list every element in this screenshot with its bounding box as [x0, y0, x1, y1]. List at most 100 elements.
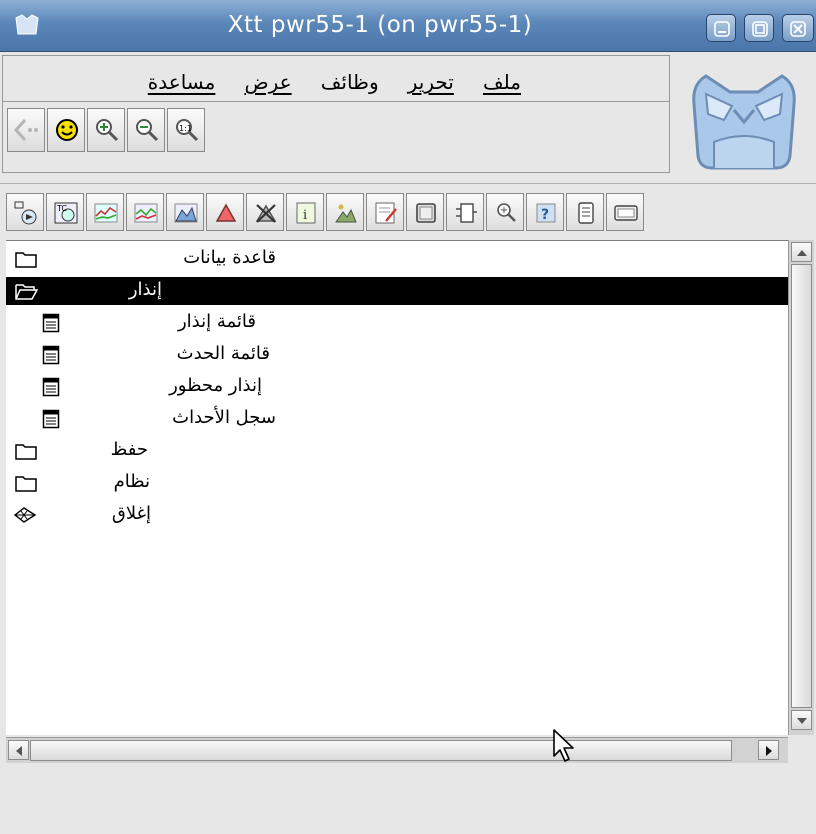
tree-item-label: حفظ: [110, 439, 148, 460]
open-graph-icon: TC: [54, 202, 78, 224]
maximize-button[interactable]: [744, 14, 774, 42]
document-icon: [578, 202, 594, 224]
zoom-button[interactable]: [486, 193, 524, 231]
tree-item-label: إنذار: [128, 279, 162, 300]
help-icon: ?: [536, 203, 556, 223]
tree-item-label: إنذار محظور: [169, 375, 262, 396]
info-icon: i: [296, 202, 316, 224]
history-icon: [174, 203, 198, 223]
block-button[interactable]: [246, 193, 284, 231]
window-title: Xtt pwr55-1 (on pwr55-1): [227, 12, 533, 38]
zoom-icon: [497, 203, 516, 222]
title-bar[interactable]: Xtt pwr55-1 (on pwr55-1): [0, 0, 816, 52]
tree-item-label: قائمة الحدث: [176, 343, 270, 364]
maximize-icon: [752, 21, 768, 37]
object-icon: [416, 203, 436, 223]
folder-open-icon: [15, 284, 38, 300]
history-button[interactable]: [166, 193, 204, 231]
horizontal-scroll-thumb[interactable]: [30, 740, 732, 761]
scroll-right-button[interactable]: [758, 740, 779, 760]
tree-item-label: نظام: [113, 471, 150, 492]
menu-edit[interactable]: تحرير: [408, 70, 454, 94]
list-icon: [42, 345, 60, 365]
list-icon: [42, 313, 60, 333]
horizontal-scrollbar[interactable]: [6, 737, 788, 763]
alarm-button[interactable]: [206, 193, 244, 231]
vertical-scroll-thumb[interactable]: [791, 264, 812, 708]
mouse-pointer-icon: [553, 729, 574, 762]
back-icon: [13, 118, 38, 142]
tree-item-event-list[interactable]: قائمة الحدث: [6, 341, 788, 369]
smiley-icon: [56, 119, 78, 141]
open-object-button[interactable]: [6, 193, 44, 231]
smiley-button[interactable]: [47, 108, 85, 152]
edit-button[interactable]: [366, 193, 404, 231]
tree-item-alarm[interactable]: إنذار: [6, 277, 788, 305]
tree-item-label: إغلاق: [111, 503, 151, 524]
object-button[interactable]: [406, 193, 444, 231]
svg-text:?: ?: [541, 207, 549, 223]
scroll-left-button[interactable]: [8, 740, 29, 760]
tree-item-label: قائمة إنذار: [177, 311, 256, 332]
tree-item-database[interactable]: قاعدة بيانات: [6, 245, 788, 273]
zoom-in-icon: [96, 119, 119, 142]
menu-bar: ملف تحرير وظائف عرض مساعدة: [3, 56, 669, 102]
zoom-reset-icon: 1:1: [176, 119, 199, 142]
tree-item-event-log[interactable]: سجل الأحداث: [6, 405, 788, 433]
arrow-left-icon: [16, 746, 22, 756]
minimize-button[interactable]: [706, 14, 736, 42]
list-icon: [42, 377, 60, 397]
help-button[interactable]: ?: [526, 193, 564, 231]
zoom-out-icon: [136, 119, 159, 142]
display-button[interactable]: [606, 193, 644, 231]
menu-functions[interactable]: وظائف: [321, 70, 379, 94]
tool-toolbar: TC i ?: [6, 193, 816, 233]
vertical-scrollbar[interactable]: [788, 240, 814, 735]
folder-icon: [15, 476, 37, 492]
tree-item-system[interactable]: نظام: [6, 469, 788, 497]
object-tree[interactable]: قاعدة بيانات إنذار قائمة إنذار قائمة الح…: [6, 240, 788, 735]
plc-icon: [456, 203, 477, 223]
menu-help[interactable]: مساعدة: [148, 70, 216, 94]
scroll-down-button[interactable]: [791, 710, 812, 730]
leaf-icon: [13, 507, 37, 523]
proview-owl-logo: [692, 74, 796, 170]
close-button[interactable]: [782, 14, 814, 42]
zoom-reset-button[interactable]: 1:1: [167, 108, 205, 152]
block-icon: [255, 204, 277, 223]
list-icon: [42, 409, 60, 429]
edit-icon: [375, 202, 397, 224]
trend2-button[interactable]: [126, 193, 164, 231]
plc-button[interactable]: [446, 193, 484, 231]
close-icon: [790, 21, 806, 37]
menu-view[interactable]: عرض: [244, 70, 291, 94]
svg-text:i: i: [303, 208, 307, 223]
image-button[interactable]: [326, 193, 364, 231]
svg-text:1:1: 1:1: [179, 124, 192, 133]
arrow-down-icon: [797, 718, 807, 724]
separator: [0, 183, 816, 184]
svg-text:TC: TC: [56, 204, 67, 213]
arrow-up-icon: [797, 250, 807, 256]
trend-button[interactable]: [86, 193, 124, 231]
tree-item-label: قاعدة بيانات: [183, 247, 276, 268]
tree-item-close[interactable]: إغلاق: [6, 501, 788, 529]
zoom-out-button[interactable]: [127, 108, 165, 152]
tree-item-blocked-alarm[interactable]: إنذار محظور: [6, 373, 788, 401]
scroll-up-button[interactable]: [791, 242, 812, 262]
folder-icon: [15, 444, 37, 460]
display-icon: [614, 205, 638, 221]
image-icon: [335, 204, 357, 223]
arrow-right-icon: [766, 746, 772, 756]
tree-item-label: سجل الأحداث: [172, 407, 276, 428]
document-button[interactable]: [566, 193, 604, 231]
menu-panel: ملف تحرير وظائف عرض مساعدة 1:1: [2, 55, 670, 173]
tree-item-store[interactable]: حفظ: [6, 437, 788, 465]
zoom-in-button[interactable]: [87, 108, 125, 152]
info-button[interactable]: i: [286, 193, 324, 231]
menu-file[interactable]: ملف: [483, 70, 521, 94]
minimize-icon: [714, 21, 730, 37]
back-button[interactable]: [7, 108, 45, 152]
tree-item-alarm-list[interactable]: قائمة إنذار: [6, 309, 788, 337]
open-graph-button[interactable]: TC: [46, 193, 84, 231]
